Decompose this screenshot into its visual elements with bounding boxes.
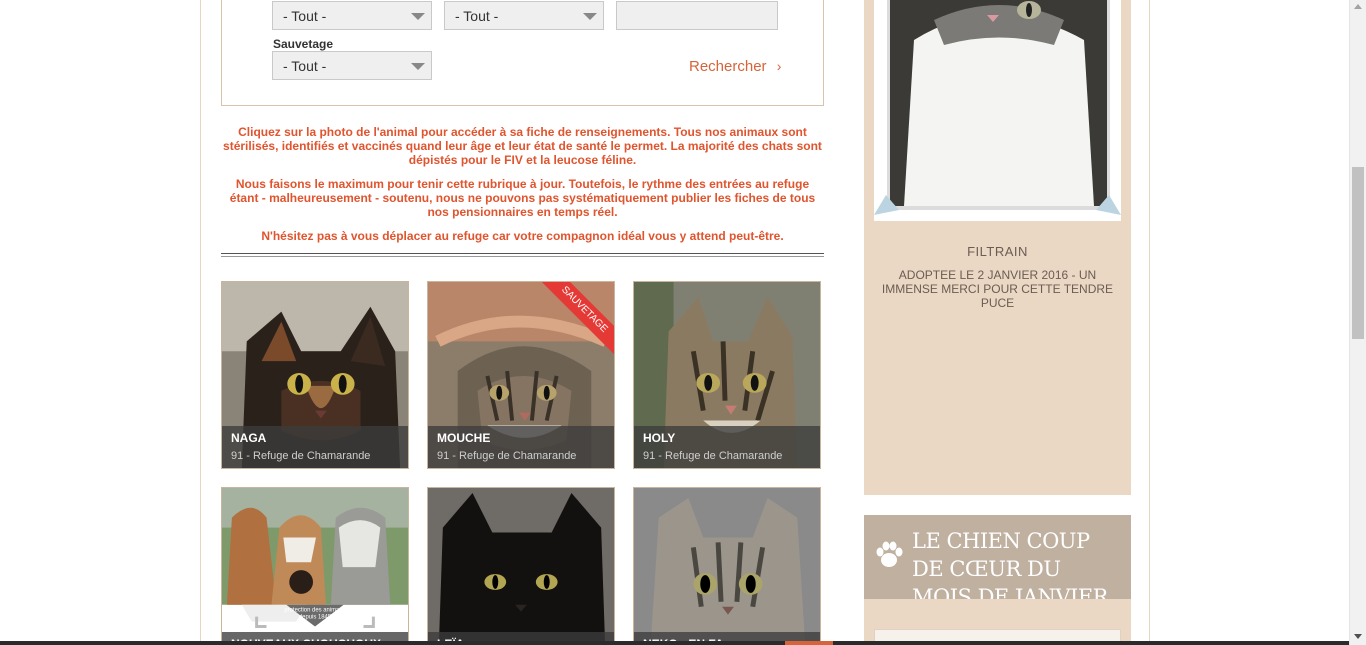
divider [221,253,824,257]
scroll-up-icon[interactable] [1354,4,1362,9]
filter-select-2-value: - Tout - [455,8,499,24]
sauvetage-label: Sauvetage [273,37,334,51]
animal-card[interactable]: LEÏA [427,487,615,645]
animal-card[interactable]: protection des animaux depuis 1845 NOUVE… [221,487,409,645]
search-button-label: Rechercher [689,58,767,75]
dropdown-arrow-icon [583,13,597,20]
bottom-edge-accent [785,641,833,645]
sauvetage-select[interactable]: - Tout - [272,51,432,80]
animal-caption: HOLY 91 - Refuge de Chamarande [634,426,820,468]
animal-photo [634,488,820,645]
filter-text-input[interactable] [616,1,778,30]
animal-caption: MOUCHE 91 - Refuge de Chamarande [428,426,614,468]
svg-text:depuis 1845: depuis 1845 [299,615,332,621]
info-paragraph-3: N'hésitez pas à vous déplacer au refuge … [261,229,784,243]
svg-text:protection des animaux: protection des animaux [284,608,345,614]
chevron-right-icon: › [776,58,782,74]
info-text: Cliquez sur la photo de l'animal pour ac… [221,125,824,253]
vertical-scrollbar[interactable] [1349,0,1366,645]
animal-photo [428,488,614,645]
sidebar-adopted-panel: FILTRAIN ADOPTEE LE 2 JANVIER 2016 - UN … [864,0,1131,495]
animal-name: NAGA [231,431,267,445]
animal-card[interactable]: NEKO - EN FA [633,487,821,645]
animal-caption: NAGA 91 - Refuge de Chamarande [222,426,408,468]
animal-card[interactable]: HOLY 91 - Refuge de Chamarande [633,281,821,469]
bottom-edge-bar [0,641,1349,645]
animal-name: HOLY [643,431,676,445]
animal-location: 91 - Refuge de Chamarande [437,450,577,462]
filter-select-1[interactable]: - Tout - [272,1,432,30]
adopted-cat-name: FILTRAIN [967,244,1028,259]
info-paragraph-1: Cliquez sur la photo de l'animal pour ac… [223,125,822,167]
main-content: - Tout - - Tout - Sauvetage - Tout - Rec… [200,0,1150,645]
animal-name: MOUCHE [437,431,491,445]
sauvetage-ribbon-label: SAUVETAGE [534,282,614,360]
animal-card[interactable]: NAGA 91 - Refuge de Chamarande [221,281,409,469]
search-filter-box: - Tout - - Tout - Sauvetage - Tout - Rec… [221,0,824,106]
paw-icon [874,540,904,578]
adopted-cat-text: ADOPTEE LE 2 JANVIER 2016 - UN IMMENSE M… [881,268,1114,310]
sauvetage-select-value: - Tout - [283,58,327,74]
dropdown-arrow-icon [411,63,425,70]
coup-de-coeur-header: LE CHIEN COUP DE CŒUR DU MOIS DE JANVIER… [864,515,1131,637]
dropdown-arrow-icon [411,13,425,20]
sauvetage-ribbon: SAUVETAGE [534,282,614,362]
filter-select-1-value: - Tout - [283,8,327,24]
animal-photo: protection des animaux depuis 1845 [222,488,408,645]
coup-de-coeur-body [864,599,1131,645]
scroll-down-icon[interactable] [1354,634,1362,639]
adopted-cat-photo [874,0,1121,221]
filter-select-2[interactable]: - Tout - [444,1,604,30]
scrollbar-thumb[interactable] [1352,167,1364,339]
animal-location: 91 - Refuge de Chamarande [231,450,371,462]
adopted-cat-photo-frame[interactable] [874,0,1121,221]
animal-card[interactable]: SAUVETAGE MOUCHE 91 - Refuge de Chamaran… [427,281,615,469]
search-button[interactable]: Rechercher › [689,58,781,75]
info-paragraph-2: Nous faisons le maximum pour tenir cette… [229,177,816,219]
animal-location: 91 - Refuge de Chamarande [643,450,783,462]
